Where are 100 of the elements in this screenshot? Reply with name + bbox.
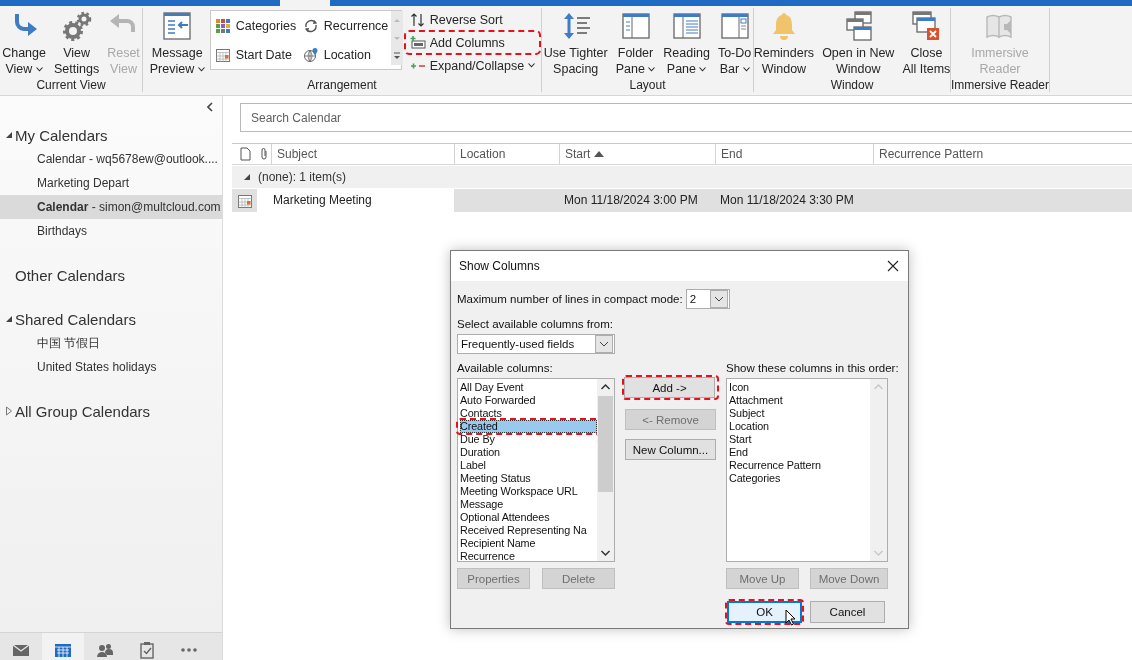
search-field[interactable]: Search Calendar xyxy=(240,103,1132,132)
caret-icon xyxy=(699,67,707,73)
ribbon-button[interactable]: Use Tighter Spacing xyxy=(540,8,611,77)
list-item[interactable]: Location xyxy=(729,420,870,433)
list-label: Show these columns in this order: xyxy=(726,362,899,375)
ribbon-button[interactable]: Reverse Sort xyxy=(407,9,538,30)
gears-icon xyxy=(60,10,93,42)
globe-pin-icon xyxy=(302,46,319,63)
ribbon-button[interactable]: Close All Items xyxy=(899,8,954,77)
calendar-item[interactable]: Calendar - wq5678ew@outlook.... xyxy=(0,147,222,171)
ribbon-button[interactable]: Reading Pane xyxy=(660,8,713,77)
calendar-item[interactable]: United States holidays xyxy=(0,355,222,379)
column-header[interactable]: Recurrence Pattern xyxy=(873,144,1132,164)
scrollbar-icon xyxy=(597,379,614,561)
shown-columns-list[interactable]: Icon Attachment Subject Location Start End Recurrence Pattern Categories xyxy=(726,378,888,562)
folder-group-header[interactable]: Shared Calendars xyxy=(0,307,222,331)
list-item[interactable]: Icon xyxy=(729,381,870,394)
dialog-button[interactable]: OK xyxy=(727,601,802,623)
list-item[interactable]: Recipient Name xyxy=(460,537,597,550)
dialog-button[interactable]: New Column... xyxy=(625,439,716,460)
add-column-icon xyxy=(409,34,426,51)
ribbon-button[interactable]: Change View xyxy=(0,8,49,77)
column-header[interactable]: Subject xyxy=(271,144,454,164)
collapse-chevron-icon xyxy=(207,102,213,112)
cursor-icon xyxy=(785,609,796,626)
folder-group-header[interactable]: Other Calendars xyxy=(0,263,222,287)
list-item[interactable]: Start xyxy=(729,433,870,446)
ribbon-button[interactable]: Message Preview xyxy=(146,8,208,77)
list-item[interactable]: Categories xyxy=(729,472,870,485)
people-icon xyxy=(96,641,114,659)
dialog-button[interactable]: Cancel xyxy=(810,601,885,623)
column-header[interactable]: Start xyxy=(559,144,715,164)
color-grid-icon xyxy=(214,17,231,34)
field-label: Select available columns from: xyxy=(457,318,614,330)
caret-icon xyxy=(648,67,656,73)
preview-pane-icon xyxy=(161,10,194,42)
dialog-button[interactable]: Add -> xyxy=(624,377,715,398)
nav-button[interactable] xyxy=(42,633,84,660)
list-item[interactable]: Duration xyxy=(460,446,597,459)
list-item[interactable]: Auto Forwarded xyxy=(460,394,597,407)
available-columns-list[interactable]: All Day Event Auto Forwarded Contacts Created Due By Duration Label Meeting Status Meeting Workspace URL Message Optional Attendees Received Representing Na Recipient Name Recurrence xyxy=(457,378,615,562)
folder-pane-icon xyxy=(619,10,652,42)
list-item[interactable]: Optional Attendees xyxy=(460,511,597,524)
calendar-item[interactable]: 中国 节假日 xyxy=(0,331,222,355)
gallery-option[interactable]: Recurrence xyxy=(298,11,391,40)
folder-group-header[interactable]: My Calendars xyxy=(0,123,222,147)
list-item[interactable]: End xyxy=(729,446,870,459)
calendar-item[interactable]: Calendar - simon@multcloud.com xyxy=(0,195,222,219)
calendar-icon xyxy=(54,641,72,659)
list-item[interactable]: Due By xyxy=(460,433,597,446)
page-icon xyxy=(239,147,252,161)
list-label: Available columns: xyxy=(457,362,554,375)
ribbon-button[interactable]: Folder Pane xyxy=(612,8,659,77)
list-item[interactable]: Meeting Workspace URL xyxy=(460,485,597,498)
ribbon-button[interactable]: View Settings xyxy=(51,8,103,77)
list-item[interactable]: All Day Event xyxy=(460,381,597,394)
group-header[interactable]: (none): 1 item(s) xyxy=(232,166,1132,188)
group-label: Arrangement xyxy=(307,78,377,92)
list-item[interactable]: Recurrence Pattern xyxy=(729,459,870,472)
folder-group-header[interactable]: All Group Calendars xyxy=(0,399,222,423)
calendar-item[interactable]: Marketing Depart xyxy=(0,171,222,195)
task-clipboard-icon xyxy=(138,641,156,659)
list-item[interactable]: Recurrence xyxy=(460,550,597,563)
caret-icon xyxy=(528,63,536,68)
more-icon xyxy=(390,47,403,65)
calendar-item[interactable]: Birthdays xyxy=(0,219,222,243)
table-cell: Marketing Meeting xyxy=(257,189,454,212)
lines-dropdown[interactable]: 2 xyxy=(685,289,730,309)
gallery-option[interactable]: Location xyxy=(298,40,391,69)
list-item[interactable]: Attachment xyxy=(729,394,870,407)
list-item[interactable]: Label xyxy=(460,459,597,472)
field-label: Maximum number of lines in compact mode: xyxy=(457,293,683,305)
ribbon-button[interactable]: Add Columns xyxy=(407,32,507,53)
column-header[interactable]: End xyxy=(715,144,873,164)
sort-arrows-icon xyxy=(409,11,426,28)
group-label: Current View xyxy=(36,78,106,92)
appointment-icon xyxy=(236,192,253,209)
expanded-triangle-icon xyxy=(243,173,251,181)
ribbon-button[interactable]: Open in New Window xyxy=(819,8,898,77)
list-item[interactable]: Created xyxy=(460,420,597,433)
source-dropdown[interactable]: Frequently-used fields xyxy=(457,334,615,354)
caret-icon xyxy=(35,67,43,73)
list-item[interactable]: Subject xyxy=(729,407,870,420)
reading-pane-icon xyxy=(670,10,703,42)
gallery-option[interactable]: Start Date xyxy=(210,40,299,69)
list-item[interactable]: Meeting Status xyxy=(460,472,597,485)
group-label: Window xyxy=(830,78,874,92)
appointment-row[interactable]: Marketing Meeting Mon 11/18/2024 3:00 PM Mon 11/18/2024 3:30 PM xyxy=(232,189,1132,212)
list-item[interactable]: Contacts xyxy=(460,407,597,420)
table-cell-text: Mon 11/18/2024 3:00 PM xyxy=(563,192,699,209)
ribbon-button[interactable]: Expand/Collapse xyxy=(407,55,538,76)
column-header[interactable]: Location xyxy=(454,144,559,164)
scrollbar-icon xyxy=(870,379,887,561)
group-label: Immersive Reader xyxy=(951,78,1049,92)
gallery-option[interactable]: Categories xyxy=(210,11,299,40)
list-item[interactable]: Received Representing Na xyxy=(460,524,597,537)
close-icon xyxy=(887,260,899,272)
more-dots-icon xyxy=(181,648,197,652)
scroll-up-icon xyxy=(390,11,403,29)
list-item[interactable]: Message xyxy=(460,498,597,511)
